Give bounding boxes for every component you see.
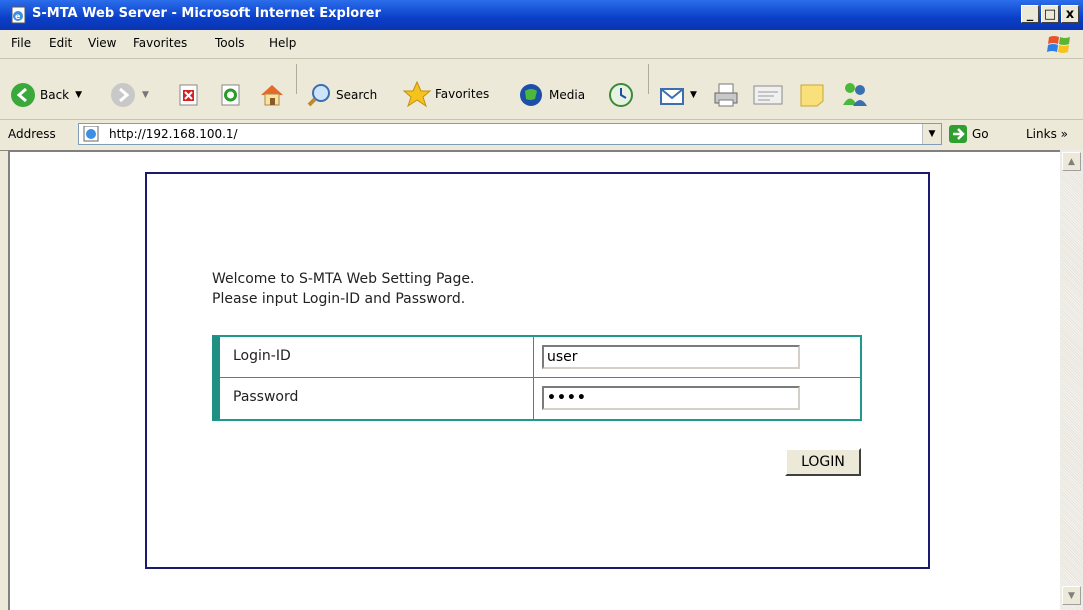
menu-edit[interactable]: Edit [49,36,72,50]
scroll-up-button[interactable]: ▲ [1062,152,1081,171]
back-label: Back [40,88,70,102]
password-row: Password •••• [220,378,860,418]
print-button[interactable] [712,82,740,108]
welcome-message: Welcome to S-MTA Web Setting Page. Pleas… [212,269,474,309]
address-bar: Address http://192.168.100.1/ ▼ Go Links… [0,120,1083,151]
home-button[interactable] [258,82,286,108]
stop-icon [179,84,198,106]
menu-help[interactable]: Help [269,36,296,50]
welcome-line-1: Welcome to S-MTA Web Setting Page. [212,271,475,287]
login-button[interactable]: LOGIN [785,448,861,476]
back-arrow-icon [11,83,35,107]
menu-bar: File Edit View Favorites Tools Help [0,30,1083,59]
edit-button[interactable] [752,82,784,108]
menu-view[interactable]: View [88,36,116,50]
refresh-button[interactable] [220,84,242,106]
login-id-row: Login-ID user [220,337,860,378]
ie-page-icon [83,126,99,142]
vertical-scrollbar[interactable]: ▲ ▼ [1060,150,1083,610]
password-label: Password [233,389,299,405]
media-icon [520,84,542,106]
forward-arrow-icon [111,83,135,107]
edit-page-icon [753,85,783,105]
address-dropdown-icon[interactable]: ▼ [922,124,941,144]
go-label: Go [972,127,989,141]
scroll-down-button[interactable]: ▼ [1062,586,1081,605]
favorites-button[interactable]: Favorites [402,80,489,108]
mail-button[interactable]: ▼ [658,82,697,108]
mail-icon [660,88,684,105]
windows-logo-icon [1047,36,1070,53]
menu-favorites[interactable]: Favorites [133,36,187,50]
home-icon [261,85,283,106]
print-icon [714,83,738,107]
forward-button[interactable]: ▼ [110,82,149,108]
favorites-star-icon [402,80,432,108]
media-button[interactable]: Media [518,82,585,108]
back-dropdown-icon[interactable]: ▼ [75,90,82,100]
mail-dropdown-icon[interactable]: ▼ [690,90,697,100]
window-titlebar[interactable]: e S-MTA Web Server - Microsoft Internet … [0,0,1083,30]
address-label: Address [8,127,56,141]
go-button[interactable]: Go [948,124,989,144]
welcome-line-2: Please input Login-ID and Password. [212,291,466,307]
menu-tools[interactable]: Tools [215,36,245,50]
svg-text:e: e [15,12,21,21]
discuss-button[interactable] [798,82,826,108]
note-icon [800,84,824,107]
ie-page-icon: e [11,6,26,24]
password-input[interactable]: •••• [542,386,800,410]
search-label: Search [336,88,378,102]
menu-file[interactable]: File [11,36,31,50]
close-button[interactable]: x [1061,5,1079,23]
forward-dropdown-icon[interactable]: ▼ [142,90,149,100]
table-divider [533,337,534,419]
minimize-button[interactable]: _ [1021,5,1039,23]
maximize-button[interactable]: □ [1041,5,1059,23]
login-id-input[interactable]: user [542,345,800,369]
window-title: S-MTA Web Server - Microsoft Internet Ex… [32,6,381,21]
media-label: Media [549,88,586,102]
links-button[interactable]: Links » [1026,127,1068,141]
login-id-label: Login-ID [233,348,291,364]
favorites-label: Favorites [435,87,490,101]
refresh-icon [221,84,240,106]
address-field[interactable]: http://192.168.100.1/ ▼ [78,123,942,145]
go-arrow-icon [949,125,967,143]
history-icon [609,83,633,107]
messenger-button[interactable] [840,80,870,108]
messenger-icon [843,83,867,106]
stop-button[interactable] [178,84,200,106]
search-icon [307,84,330,107]
search-button[interactable]: Search [306,82,377,108]
login-form-table: Login-ID user Password •••• [212,335,862,421]
back-button[interactable]: Back ▼ [10,82,82,108]
address-url: http://192.168.100.1/ [109,127,238,141]
history-button[interactable] [608,82,634,108]
